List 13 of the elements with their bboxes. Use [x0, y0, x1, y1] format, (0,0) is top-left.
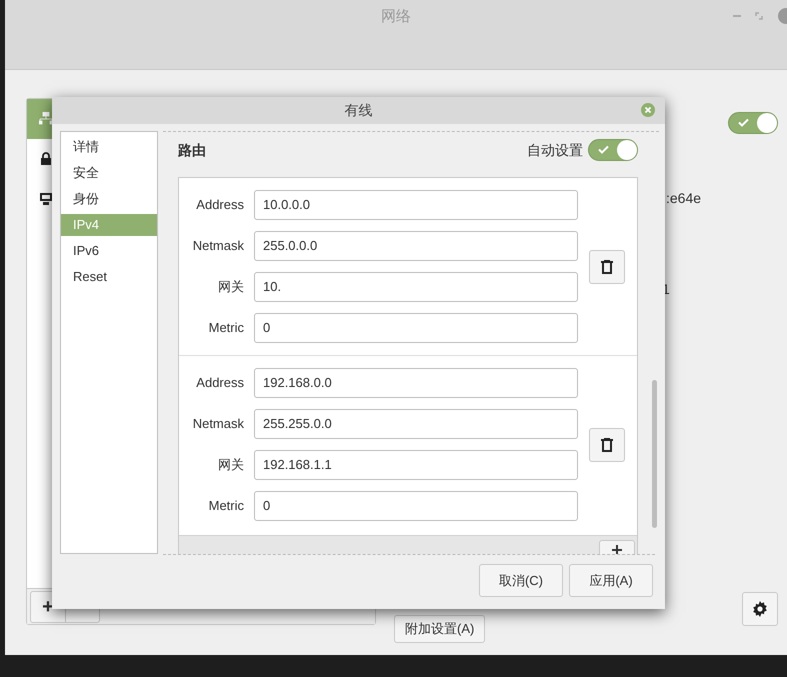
field-label: Address [195, 374, 244, 392]
detail-text: :e64e [666, 189, 702, 208]
field-label: Address [195, 196, 244, 214]
field-label: 网关 [217, 456, 244, 474]
window-title: 网络 [381, 7, 411, 26]
field-label: 网关 [217, 278, 244, 296]
auto-settings-label: 自动设置 [527, 140, 583, 160]
field-label: Metric [208, 497, 244, 516]
field-label: Netmask [192, 237, 244, 256]
field-label: Netmask [192, 415, 244, 434]
dialog-title: 有线 [344, 101, 372, 120]
field-label: Metric [208, 319, 244, 338]
section-title: 路由 [178, 140, 206, 160]
